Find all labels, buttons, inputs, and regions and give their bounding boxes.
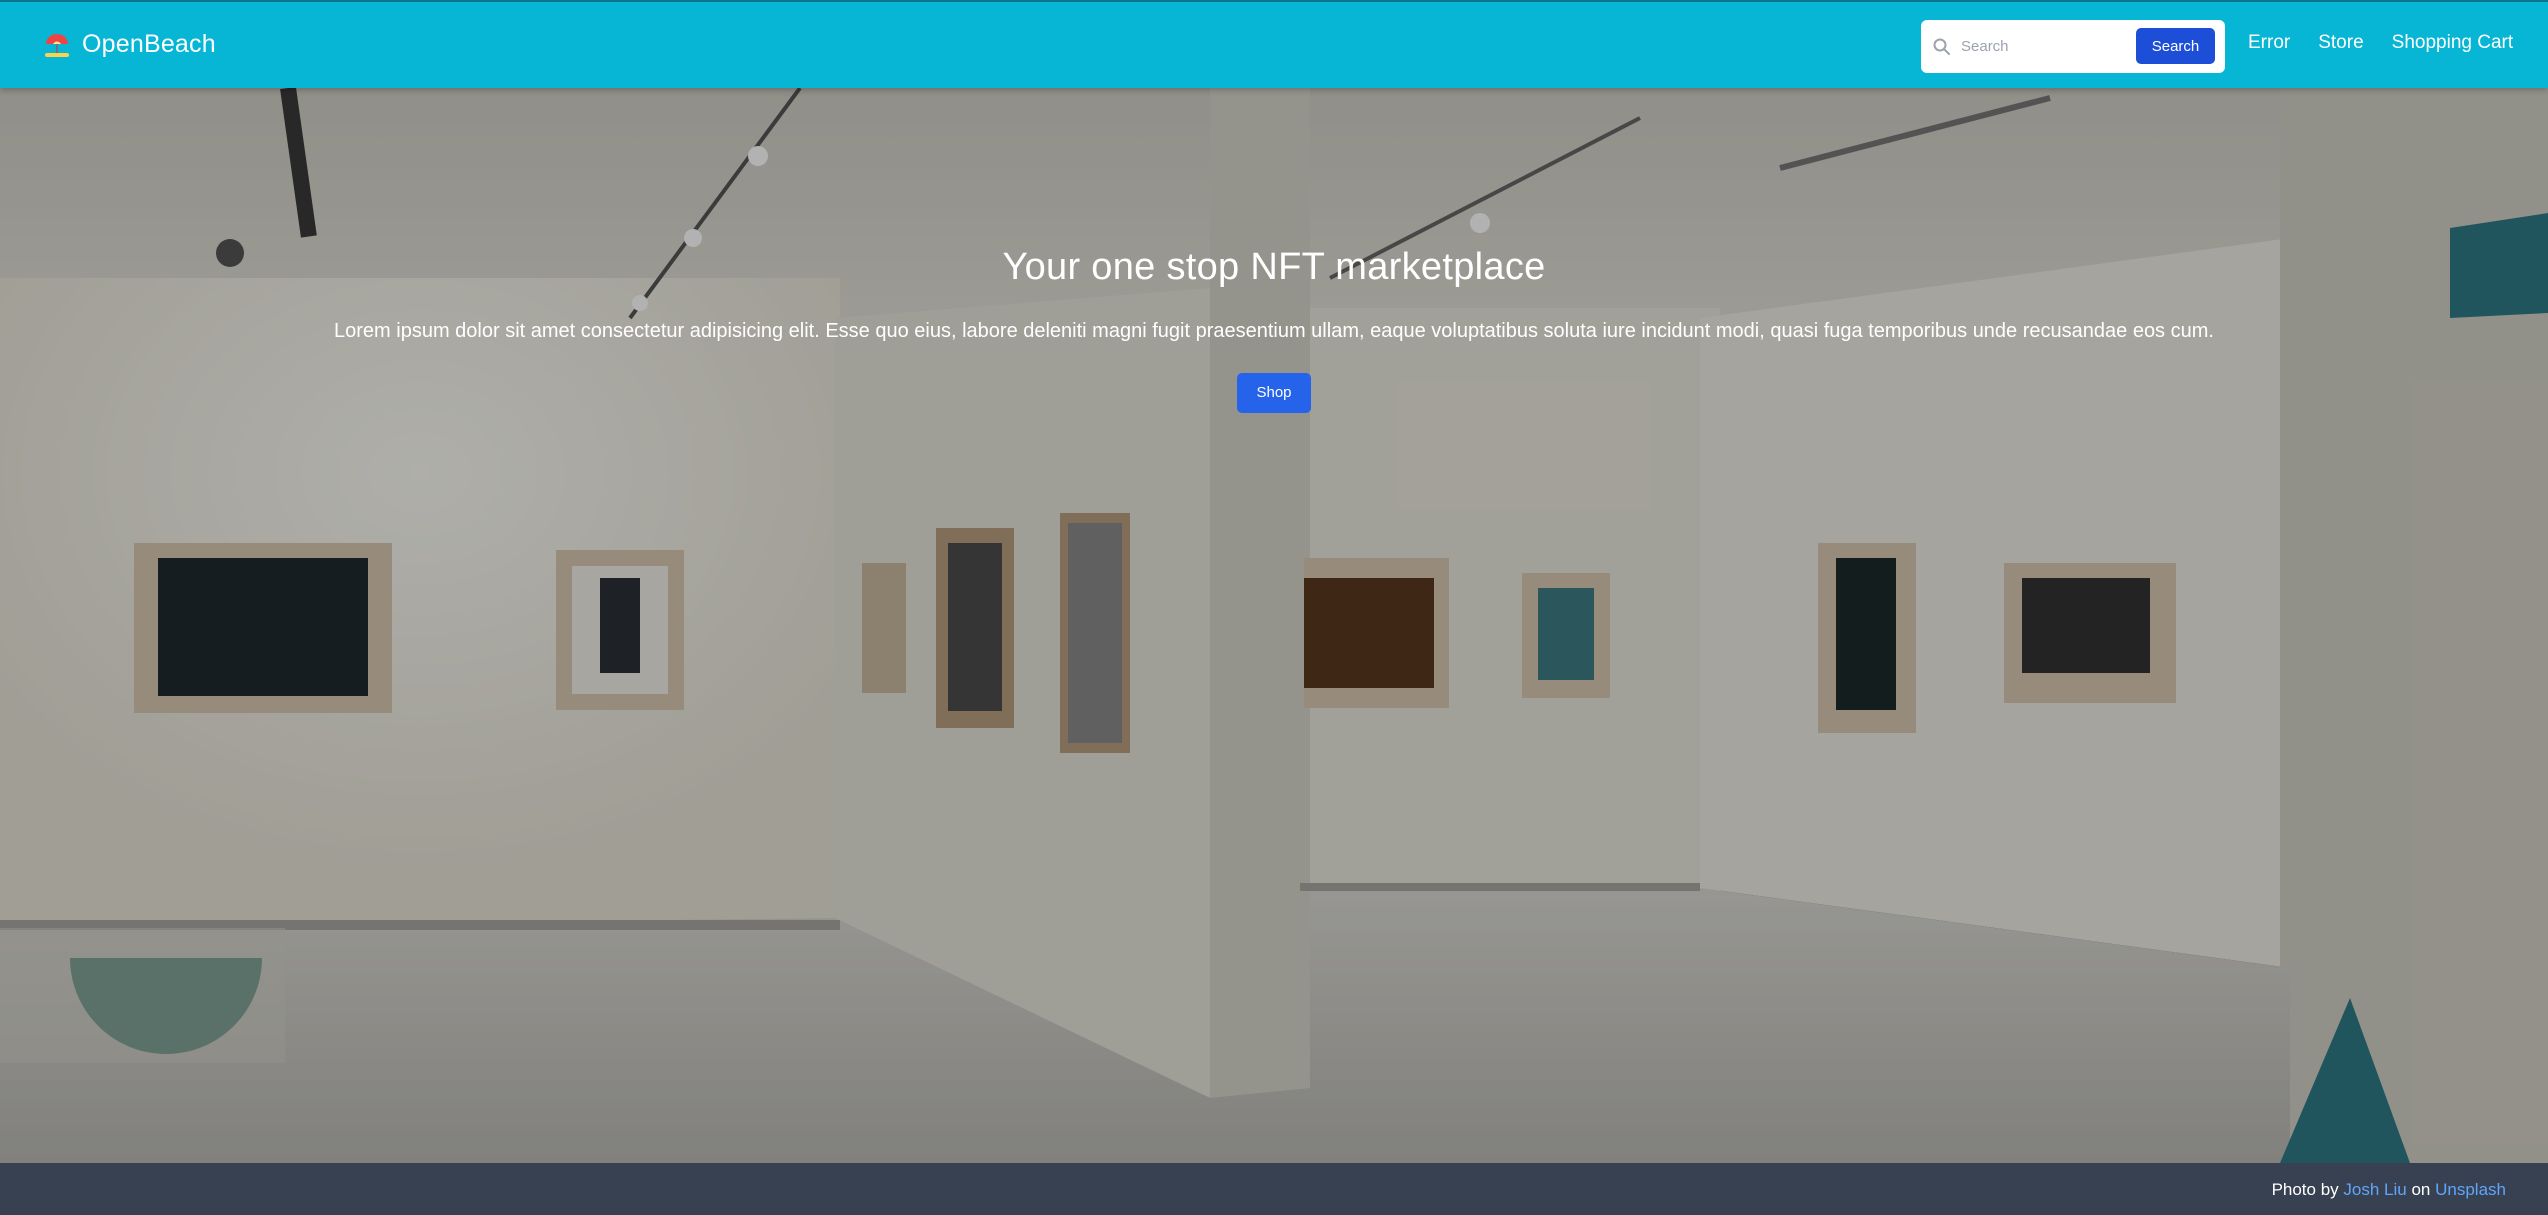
hero-content: Your one stop NFT marketplace Lorem ipsu… xyxy=(0,246,2548,413)
hero-title: Your one stop NFT marketplace xyxy=(1002,246,1546,288)
search-form: Search xyxy=(1921,20,2225,73)
search-icon xyxy=(1933,38,1950,55)
hero-description: Lorem ipsum dolor sit amet consectetur a… xyxy=(334,320,2214,342)
search-button[interactable]: Search xyxy=(2136,28,2215,64)
author-link[interactable]: Josh Liu xyxy=(2343,1180,2406,1199)
credit-prefix: Photo by xyxy=(2271,1180,2339,1199)
shop-button[interactable]: Shop xyxy=(1237,373,1311,413)
unsplash-link[interactable]: Unsplash xyxy=(2435,1180,2506,1199)
footer: Photo by Josh Liu on Unsplash xyxy=(0,1163,2548,1215)
brand-name: OpenBeach xyxy=(82,30,216,58)
nav-links: Error Store Shopping Cart xyxy=(2248,32,2513,54)
search-input[interactable] xyxy=(1961,30,2131,62)
nav-link-error[interactable]: Error xyxy=(2248,32,2290,54)
navbar: OpenBeach Search Error Store Shopping Ca… xyxy=(0,0,2548,88)
brand-link[interactable]: OpenBeach xyxy=(44,30,216,59)
nav-link-store[interactable]: Store xyxy=(2318,32,2363,54)
photo-credit: Photo by Josh Liu on Unsplash xyxy=(2272,1180,2506,1200)
hero-section: Your one stop NFT marketplace Lorem ipsu… xyxy=(0,88,2548,1163)
beach-umbrella-icon xyxy=(45,33,69,57)
credit-middle: on xyxy=(2411,1180,2431,1199)
nav-link-shopping-cart[interactable]: Shopping Cart xyxy=(2392,32,2513,54)
